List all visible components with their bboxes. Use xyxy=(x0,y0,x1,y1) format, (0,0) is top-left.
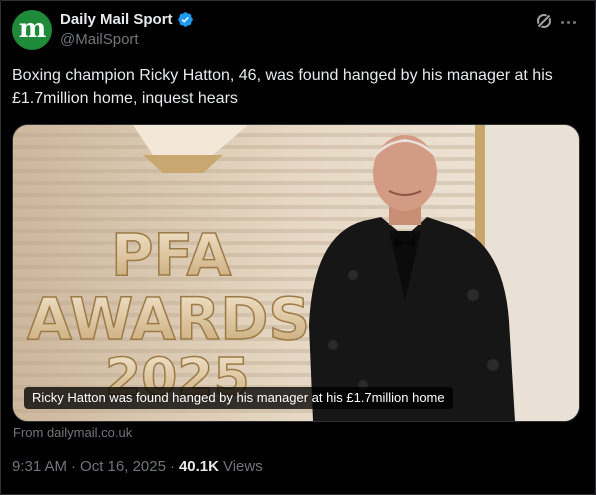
more-options-icon[interactable] xyxy=(558,12,578,32)
media-photo: PFA AWARDS 2025 xyxy=(13,125,579,421)
author-name-row[interactable]: Daily Mail Sport xyxy=(60,11,194,28)
source-link[interactable]: From dailymail.co.uk xyxy=(13,425,132,440)
views-count[interactable]: 40.1K xyxy=(179,458,219,475)
meta-separator: · xyxy=(71,458,77,475)
grok-icon[interactable] xyxy=(534,11,554,31)
views-label[interactable]: Views xyxy=(223,458,263,475)
meta-separator-2: · xyxy=(169,458,175,475)
tweet-time[interactable]: 9:31 AM xyxy=(12,458,67,475)
verified-badge-icon xyxy=(177,12,193,27)
avatar[interactable]: m xyxy=(12,10,52,50)
sign-line-2: AWARDS xyxy=(27,285,310,353)
media-caption: Ricky Hatton was found hanged by his man… xyxy=(24,387,453,409)
media-card[interactable]: PFA AWARDS 2025 xyxy=(12,124,580,422)
tweet-date[interactable]: Oct 16, 2025 xyxy=(80,458,166,475)
sign-line-1: PFA xyxy=(111,221,231,289)
avatar-logo: m xyxy=(18,14,46,44)
author-display-name[interactable]: Daily Mail Sport xyxy=(60,11,173,28)
tweet-text: Boxing champion Ricky Hatton, 46, was fo… xyxy=(12,67,553,107)
tweet-meta-row: 9:31 AM · Oct 16, 2025 · 40.1K Views xyxy=(12,458,263,475)
author-handle[interactable]: @MailSport xyxy=(60,31,139,48)
